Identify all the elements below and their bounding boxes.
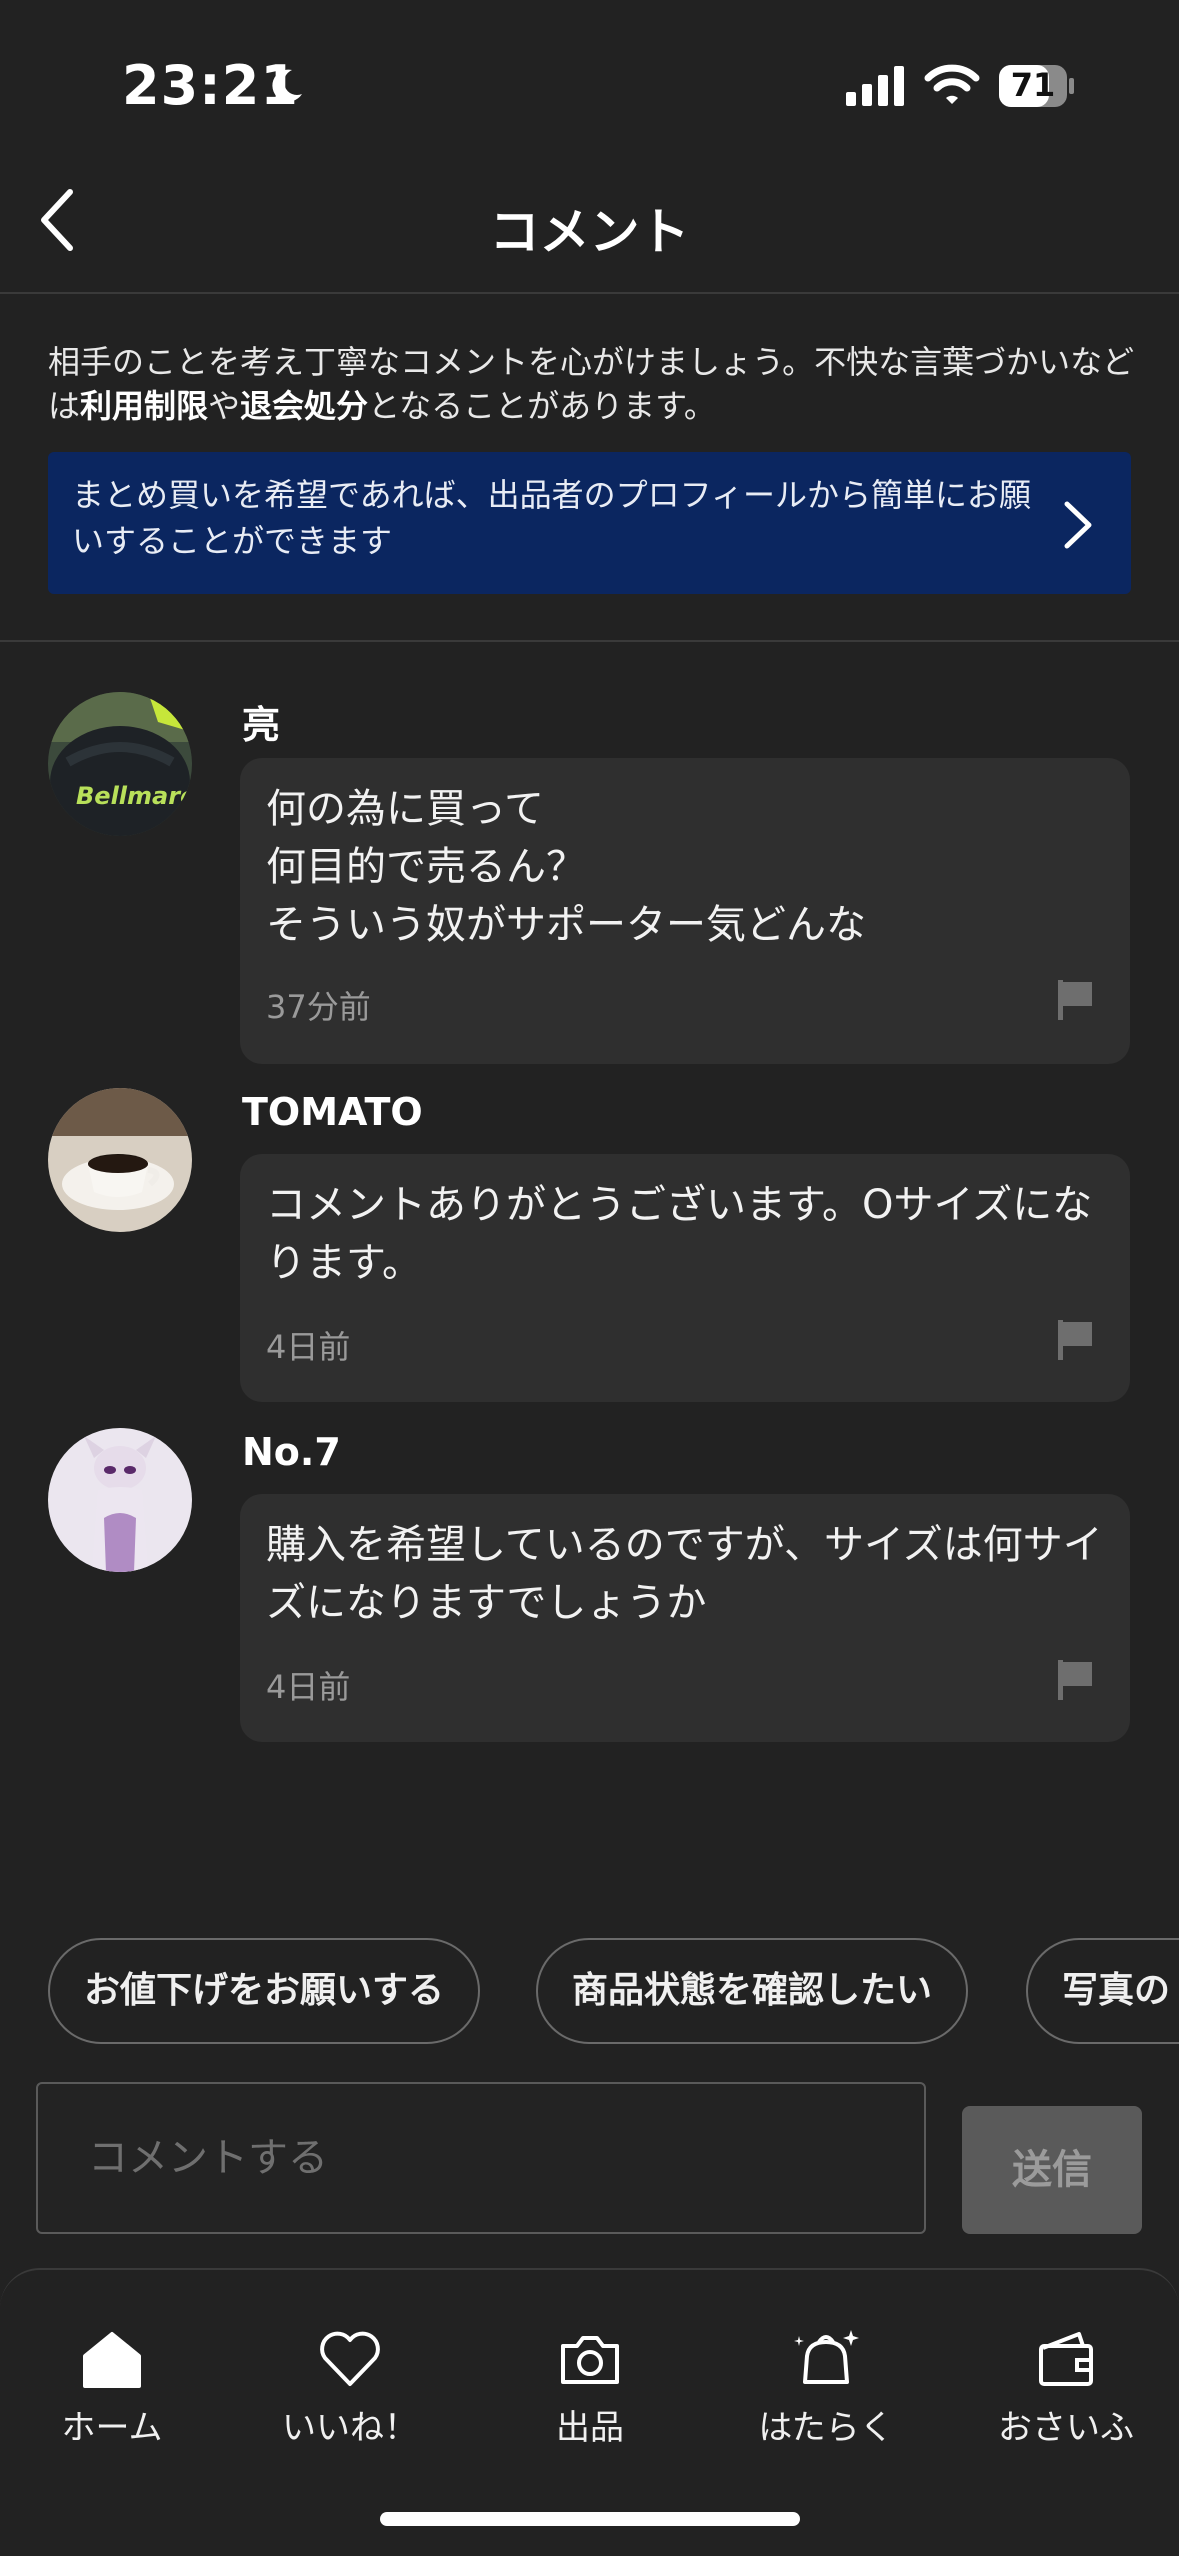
comment-timestamp: 37分前 bbox=[266, 988, 371, 1026]
comment-timestamp: 4日前 bbox=[266, 1328, 351, 1366]
avatar-bag-image: Bellmare bbox=[48, 692, 192, 836]
report-flag-icon[interactable] bbox=[1056, 1658, 1094, 1702]
tab-work[interactable]: はたらく bbox=[726, 2326, 926, 2449]
battery-level: 71 bbox=[1010, 66, 1056, 104]
comment-bubble: 何の為に買って 何目的で売るん？ そういう奴がサポーター気どんな 37分前 bbox=[240, 758, 1130, 1064]
page-title: コメント bbox=[489, 203, 690, 261]
comment-username[interactable]: No.7 bbox=[242, 1430, 341, 1474]
comment-text: 購入を希望しているのですが、サイズは何サイズになりますでしょうか bbox=[266, 1522, 1103, 1626]
notice-text-2: や bbox=[208, 387, 241, 425]
avatar[interactable]: Bellmare bbox=[48, 692, 192, 836]
wallet-icon bbox=[1039, 2332, 1093, 2386]
avatar-coffee-image bbox=[48, 1088, 192, 1232]
avatar-character-image bbox=[48, 1428, 192, 1572]
banner-text: まとめ買いを希望であれば、出品者のプロフィールから簡単にお願いすることができます bbox=[72, 476, 1032, 560]
comment-guideline-notice: 相手のことを考え丁寧なコメントを心がけましょう。不快な言葉づかいなどは利用制限や… bbox=[48, 340, 1138, 428]
tab-wallet[interactable]: おさいふ bbox=[966, 2326, 1166, 2449]
comment-input[interactable] bbox=[36, 2082, 926, 2234]
camera-icon bbox=[561, 2336, 619, 2384]
tab-label: 出品 bbox=[556, 2408, 624, 2448]
quick-reply-chip-condition[interactable]: 商品状態を確認したい bbox=[536, 1938, 969, 2044]
comment-bubble: 購入を希望しているのですが、サイズは何サイズになりますでしょうか 4日前 bbox=[240, 1494, 1130, 1742]
comment-username[interactable]: TOMATO bbox=[242, 1090, 423, 1134]
bulk-purchase-banner[interactable]: まとめ買いを希望であれば、出品者のプロフィールから簡単にお願いすることができます bbox=[48, 452, 1131, 594]
svg-text:Bellmare: Bellmare bbox=[76, 782, 192, 810]
section-divider bbox=[0, 640, 1179, 642]
report-flag-icon[interactable] bbox=[1056, 978, 1094, 1022]
comment-timestamp: 4日前 bbox=[266, 1668, 351, 1706]
chevron-right-icon bbox=[1064, 501, 1092, 549]
notice-bold-restriction: 利用制限 bbox=[80, 387, 209, 425]
comment-text: コメントありがとうございます。Oサイズになります。 bbox=[266, 1182, 1093, 1286]
home-indicator[interactable] bbox=[380, 2512, 800, 2526]
tab-label: はたらく bbox=[758, 2408, 894, 2448]
cellular-signal-icon bbox=[846, 66, 904, 106]
comment-text: 何の為に買って 何目的で売るん？ そういう奴がサポーター気どんな bbox=[266, 786, 866, 948]
tab-label: ホーム bbox=[61, 2408, 163, 2448]
quick-reply-chip-discount[interactable]: お値下げをお願いする bbox=[48, 1938, 481, 2044]
wifi-icon bbox=[924, 64, 980, 104]
comment-username[interactable]: 亮 bbox=[242, 694, 280, 749]
heart-icon bbox=[320, 2331, 380, 2386]
home-icon bbox=[83, 2332, 141, 2388]
quick-reply-chip-photo[interactable]: 写真の bbox=[1026, 1938, 1179, 2044]
comment-bubble: コメントありがとうございます。Oサイズになります。 4日前 bbox=[240, 1154, 1130, 1402]
avatar[interactable] bbox=[48, 1088, 192, 1232]
tab-home[interactable]: ホーム bbox=[12, 2326, 212, 2449]
header-divider bbox=[0, 292, 1179, 294]
tab-label: いいね！ bbox=[282, 2408, 418, 2448]
sparkle-bag-icon bbox=[794, 2330, 859, 2384]
send-button[interactable]: 送信 bbox=[962, 2106, 1142, 2234]
report-flag-icon[interactable] bbox=[1056, 1318, 1094, 1362]
tab-likes[interactable]: いいね！ bbox=[250, 2326, 450, 2449]
tab-label: おさいふ bbox=[998, 2408, 1134, 2448]
notice-bold-withdrawal: 退会処分 bbox=[240, 387, 369, 425]
tab-sell[interactable]: 出品 bbox=[490, 2326, 690, 2449]
battery-indicator: 71 bbox=[998, 64, 1076, 108]
avatar[interactable] bbox=[48, 1428, 192, 1572]
moon-icon bbox=[272, 69, 302, 102]
notice-text-3: となることがあります。 bbox=[368, 387, 716, 425]
